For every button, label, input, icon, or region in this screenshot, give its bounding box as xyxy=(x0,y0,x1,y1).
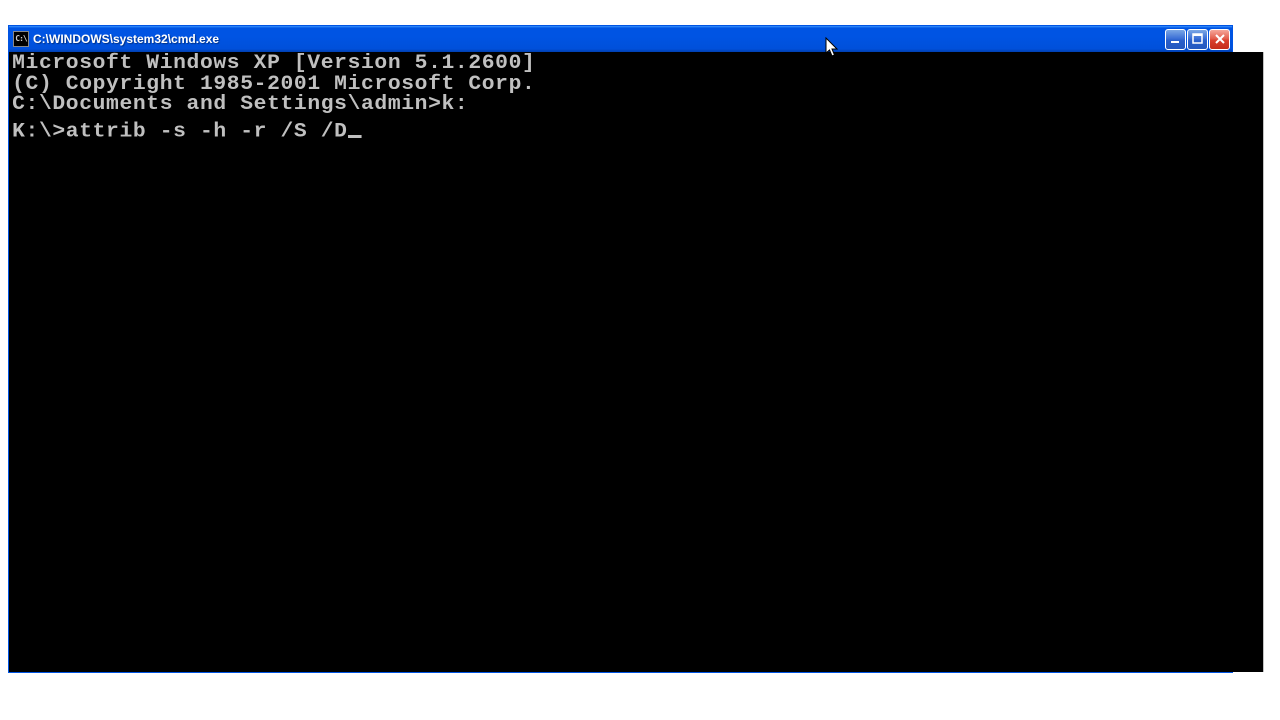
terminal-line: Microsoft Windows XP [Version 5.1.2600] xyxy=(12,54,1263,75)
terminal-output[interactable]: Microsoft Windows XP [Version 5.1.2600](… xyxy=(9,52,1263,672)
minimize-button[interactable] xyxy=(1165,29,1186,50)
client-area: Microsoft Windows XP [Version 5.1.2600](… xyxy=(9,52,1232,672)
text-cursor xyxy=(348,118,362,139)
terminal-line: K:\>attrib -s -h -r /S /D xyxy=(12,116,1263,143)
window-controls xyxy=(1165,29,1230,50)
cmd-icon: C:\ xyxy=(13,31,29,47)
close-button[interactable] xyxy=(1209,29,1230,50)
titlebar[interactable]: C:\ C:\WINDOWS\system32\cmd.exe xyxy=(9,26,1232,52)
terminal-line: C:\Documents and Settings\admin>k: xyxy=(12,95,1263,116)
close-icon xyxy=(1214,33,1226,45)
maximize-icon xyxy=(1192,33,1204,45)
minimize-icon xyxy=(1170,33,1182,45)
terminal-line: (C) Copyright 1985-2001 Microsoft Corp. xyxy=(12,75,1263,96)
window-title: C:\WINDOWS\system32\cmd.exe xyxy=(33,32,1165,46)
maximize-button[interactable] xyxy=(1187,29,1208,50)
cmd-window: C:\ C:\WINDOWS\system32\cmd.exe Microsof… xyxy=(8,25,1233,673)
